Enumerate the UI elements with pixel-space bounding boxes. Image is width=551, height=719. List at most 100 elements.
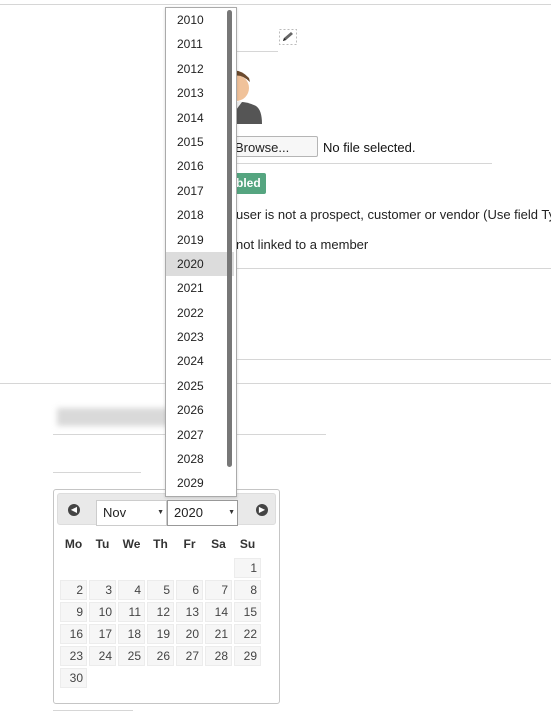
year-option[interactable]: 2019 [166,228,234,252]
calendar-day[interactable]: 25 [118,646,145,666]
divider [232,268,551,269]
calendar-day[interactable]: 26 [147,646,174,666]
calendar-day[interactable]: 14 [205,602,232,622]
calendar-day[interactable]: 8 [234,580,261,600]
calendar-day[interactable]: 13 [176,602,203,622]
calendar-week-row: 23 24 25 26 27 28 29 [60,646,261,666]
calendar-day[interactable]: 12 [147,602,174,622]
year-option[interactable]: 2018 [166,203,234,227]
next-arrow-icon[interactable]: ▶ [256,504,268,516]
empty-day-cell [176,668,203,688]
empty-day-cell [234,668,261,688]
empty-day-cell [89,558,116,578]
month-select[interactable]: Nov ▼ [96,500,167,526]
calendar-week-row: 2345678 [60,580,261,600]
calendar-day[interactable]: 3 [89,580,116,600]
calendar-week-row: 16 17 18 19 20 21 22 [60,624,261,644]
year-option[interactable]: 2014 [166,106,234,130]
calendar-day[interactable]: 24 [89,646,116,666]
calendar-day[interactable]: 11 [118,602,145,622]
empty-day-cell [118,668,145,688]
member-link-note: not linked to a member [236,237,369,252]
chevron-down-icon: ▼ [157,509,164,516]
weekday-header: We [122,537,141,551]
calendar-day[interactable]: 20 [176,624,203,644]
file-status-text: No file selected. [323,140,416,155]
divider [232,51,278,52]
weekday-header: Su [239,537,256,551]
calendar-week-row: 30 [60,668,261,688]
empty-day-cell [60,558,87,578]
year-option[interactable]: 2020 [166,251,234,277]
empty-day-cell [205,668,232,688]
weekday-header: Sa [211,537,226,551]
year-option[interactable]: 2028 [166,447,234,471]
divider [0,383,551,384]
month-select-value: Nov [103,505,127,520]
calendar-day[interactable]: 16 [60,624,87,644]
calendar-day[interactable]: 2 [60,580,87,600]
calendar-day[interactable]: 4 [118,580,145,600]
blurred-field-label [57,408,175,426]
year-option[interactable]: 2029 [166,471,234,495]
calendar-day[interactable]: 6 [176,580,203,600]
year-select-value: 2020 [174,505,203,520]
calendar-day[interactable]: 10 [89,602,116,622]
divider [232,359,551,360]
pencil-icon[interactable] [279,29,297,45]
year-option[interactable]: 2023 [166,325,234,349]
year-option[interactable]: 2013 [166,81,234,105]
empty-day-cell [89,668,116,688]
year-dropdown-scrollbar[interactable] [227,10,232,467]
calendar-grid: Mo Tu We Th Fr Sa Su 1 2 3 4 5 6 7 8 9 10 11 12 13 14 15 16 17… [58,530,263,690]
divider [0,4,551,5]
datepicker-header: ◀ Nov ▼ 2020 ▼ ▶ [57,493,276,526]
calendar-day[interactable]: 9 [60,602,87,622]
weekday-header: Tu [95,537,110,551]
calendar-day[interactable]: 29 [234,646,261,666]
calendar-day[interactable]: 7 [205,580,232,600]
calendar-day[interactable]: 28 [205,646,232,666]
weekday-header: Th [153,537,168,551]
year-option[interactable]: 2015 [166,130,234,154]
year-option[interactable]: 2027 [166,423,234,447]
calendar-day[interactable]: 19 [147,624,174,644]
empty-day-cell [147,668,174,688]
calendar-day[interactable]: 15 [234,602,261,622]
year-option[interactable]: 2024 [166,349,234,373]
calendar-day[interactable]: 17 [89,624,116,644]
calendar-day[interactable]: 23 [60,646,87,666]
year-option[interactable]: 2025 [166,374,234,398]
calendar-day[interactable]: 21 [205,624,232,644]
datepicker: ◀ Nov ▼ 2020 ▼ ▶ Mo Tu We Th Fr Sa Su 12345678… [53,489,280,704]
browse-button[interactable]: Browse... [226,136,318,157]
year-option[interactable]: 2010 [166,8,234,32]
empty-day-cell [176,558,203,578]
user-type-note: user is not a prospect, customer or vend… [236,207,551,222]
calendar-day[interactable]: 1 [234,558,261,578]
calendar-day[interactable]: 22 [234,624,261,644]
empty-day-cell [118,558,145,578]
empty-day-cell [205,558,232,578]
year-option[interactable]: 2021 [166,276,234,300]
calendar-week-row: 1 [60,558,261,578]
calendar-day[interactable]: 5 [147,580,174,600]
year-option[interactable]: 2017 [166,179,234,203]
divider [53,710,133,711]
weekday-header: Mo [64,537,83,551]
calendar-day[interactable]: 18 [118,624,145,644]
year-option[interactable]: 2011 [166,32,234,56]
chevron-down-icon: ▼ [228,509,235,516]
divider [53,472,141,473]
year-option[interactable]: 2026 [166,398,234,422]
calendar-day[interactable]: 30 [60,668,87,688]
calendar-week-row: 9 10 11 12 13 14 15 [60,602,261,622]
weekday-header: Fr [183,537,196,551]
year-select[interactable]: 2020 ▼ [167,500,238,526]
calendar-day[interactable]: 27 [176,646,203,666]
empty-day-cell [147,558,174,578]
year-option[interactable]: 2016 [166,154,234,178]
year-option[interactable]: 2022 [166,301,234,325]
year-option[interactable]: 2012 [166,57,234,81]
prev-arrow-icon[interactable]: ◀ [68,504,80,516]
